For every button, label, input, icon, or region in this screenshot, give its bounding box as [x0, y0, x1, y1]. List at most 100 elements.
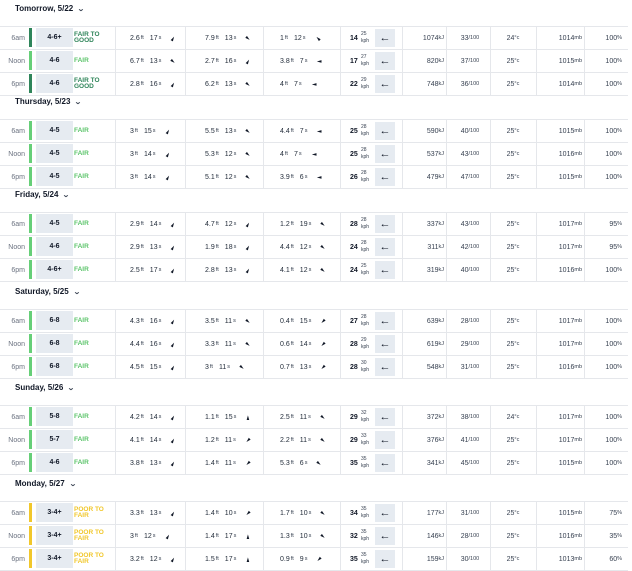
column-divider	[536, 548, 537, 570]
water-temp: 25 °c	[493, 452, 533, 474]
column-divider	[490, 333, 491, 355]
day-header[interactable]: Sunday, 5/26 ⌄	[15, 383, 75, 392]
unit-seconds: s	[233, 460, 236, 466]
secondary-swell-cell: 1.1 ft 15 s ▲	[205, 406, 267, 428]
chevron-down-icon[interactable]: ⌄	[69, 480, 77, 488]
forecast-row[interactable]: 6pm 4-5 FAIR 3 ft 14 s ▲ 5.1 ft 12 s ▲ 3.9 ft 6 s ▲ 26 28 kp…	[0, 165, 628, 189]
secondary-swell-height: 4.7	[205, 220, 215, 228]
day-header[interactable]: Saturday, 5/25 ⌄	[15, 287, 80, 296]
column-divider	[446, 356, 447, 378]
surf-rating: FAIR	[74, 362, 89, 370]
forecast-row[interactable]: 6am 6-8 FAIR 4.3 ft 16 s ▲ 3.5 ft 11 s ▲ 0.4 ft 15 s ▲ 27 2…	[0, 309, 628, 332]
unit-kph: kph	[361, 536, 370, 542]
day-header[interactable]: Monday, 5/27 ⌄	[15, 479, 76, 488]
row-time: 6am	[11, 34, 25, 42]
wind-cell: 32 35 kph	[350, 525, 372, 547]
wind-gust: 35	[361, 529, 367, 535]
chevron-down-icon[interactable]: ⌄	[75, 98, 83, 106]
tertiary-swell-cell: 4.4 ft 7 s ▲	[280, 120, 342, 142]
unit-ft: ft	[140, 35, 144, 41]
surf-size: 3-4+	[36, 503, 73, 522]
forecast-row[interactable]: 6am 3-4+ POOR TO FAIR 3.3 ft 13 s ▲ 1.4 ft 10 s ▲ 1.7…	[0, 501, 628, 524]
day-header[interactable]: Friday, 5/24 ⌄	[15, 190, 71, 199]
primary-swell-cell: 4.4 ft 16 s ▲	[130, 333, 192, 355]
wind-speed: 14	[350, 34, 358, 42]
unit-mb: mb	[574, 318, 582, 324]
unit-kj: kJ	[438, 533, 445, 539]
primary-swell-cell: 6.7 ft 13 s ▲	[130, 50, 192, 72]
column-divider	[402, 452, 403, 474]
wind-speed: 35	[350, 459, 358, 467]
forecast-row[interactable]: 6pm 6-8 FAIR 4.5 ft 15 s ▲ 3 ft 11 s ▲ 0.7 ft 13 s ▲ 28 30 k…	[0, 355, 628, 379]
forecast-row[interactable]: Noon 4-6 FAIR 6.7 ft 13 s ▲ 2.7 ft 16 s ▲ 3.8 ft 7 s ▲ 17 2…	[0, 49, 628, 72]
wind-gust: 33	[361, 433, 367, 439]
forecast-row[interactable]: Noon 3-4+ POOR TO FAIR 3 ft 12 s ▲ 1.4 ft 17 s ▲ 1.3 f…	[0, 524, 628, 547]
unit-seconds: s	[158, 510, 162, 516]
cloud-cover: 95%	[585, 236, 622, 258]
forecast-row[interactable]: 6am 4-5 FAIR 3 ft 15 s ▲ 5.5 ft 13 s ▲ 4.4 ft 7 s ▲ 25 28 kp…	[0, 119, 628, 142]
column-divider	[490, 406, 491, 428]
energy-value: 146	[426, 532, 439, 540]
tertiary-swell-height: 4.4	[280, 127, 290, 135]
forecast-row[interactable]: 6am 4-6+ FAIR TO GOOD 2.6 ft 17 s ▲ 7.9 ft 13 s ▲ 1 ft…	[0, 26, 628, 49]
unit-percent: %	[617, 341, 622, 347]
pressure-value: 1015	[558, 509, 575, 517]
unit-ft: ft	[140, 58, 144, 64]
primary-swell-direction-icon: ▲	[169, 79, 178, 89]
wind-speed: 29	[350, 436, 358, 444]
day-header[interactable]: Thursday, 5/23 ⌄	[15, 97, 83, 106]
cloud-value: 35	[609, 532, 618, 540]
forecast-row[interactable]: Noon 6-8 FAIR 4.4 ft 16 s ▲ 3.3 ft 11 s ▲ 0.6 ft 14 s ▲ 28…	[0, 332, 628, 355]
forecast-row[interactable]: Noon 4-5 FAIR 3 ft 14 s ▲ 5.3 ft 12 s ▲ 4 ft 7 s ▲ 25 28 kph…	[0, 142, 628, 165]
cloud-cover: 100%	[585, 143, 622, 165]
column-divider	[536, 213, 537, 235]
consistency: 31/100	[450, 502, 490, 524]
primary-swell-cell: 4.3 ft 16 s ▲	[130, 310, 192, 332]
unit-mb: mb	[574, 35, 582, 41]
pressure: 1014 mb	[540, 73, 582, 95]
tertiary-swell-period: 6	[299, 173, 304, 181]
chevron-down-icon[interactable]: ⌄	[67, 384, 75, 392]
forecast-row[interactable]: 6pm 4-6+ FAIR 2.5 ft 17 s ▲ 2.8 ft 13 s ▲ 4.1 ft 12 s ▲ 24…	[0, 258, 628, 282]
pressure-value: 1017	[558, 436, 575, 444]
forecast-row[interactable]: Noon 4-6 FAIR 2.9 ft 13 s ▲ 1.9 ft 18 s ▲ 4.4 ft 12 s ▲ 24…	[0, 235, 628, 258]
row-time: Noon	[8, 243, 25, 251]
forecast-row[interactable]: Noon 5-7 FAIR 4.1 ft 14 s ▲ 1.2 ft 11 s ▲ 2.2 ft 11 s ▲ 29…	[0, 428, 628, 451]
secondary-swell-cell: 5.1 ft 12 s ▲	[205, 166, 267, 188]
unit-per-100: /100	[468, 533, 480, 539]
column-divider	[490, 259, 491, 281]
primary-swell-cell: 3 ft 12 s ▲	[130, 525, 192, 547]
column-divider	[115, 143, 116, 165]
forecast-row[interactable]: 6pm 4-6 FAIR TO GOOD 2.8 ft 16 s ▲ 6.2 ft 13 s ▲ 4 ft 7…	[0, 72, 628, 96]
unit-kph: kph	[361, 38, 370, 44]
unit-kph: kph	[361, 367, 370, 373]
unit-seconds: s	[233, 318, 236, 324]
primary-swell-period: 13	[149, 243, 158, 251]
secondary-swell-period: 12	[224, 173, 233, 181]
chevron-down-icon[interactable]: ⌄	[77, 5, 85, 13]
chevron-down-icon[interactable]: ⌄	[73, 288, 81, 296]
tertiary-swell-cell: 2.2 ft 11 s ▲	[280, 429, 342, 451]
unit-seconds: s	[308, 414, 311, 420]
primary-swell-cell: 2.8 ft 16 s ▲	[130, 73, 192, 95]
secondary-swell-period: 17	[224, 555, 233, 563]
forecast-row[interactable]: 6am 4-5 FAIR 2.9 ft 14 s ▲ 4.7 ft 12 s ▲ 1.2 ft 19 s ▲ 28 2…	[0, 212, 628, 235]
primary-swell-direction-icon: ▲	[169, 339, 178, 349]
unit-mb: mb	[574, 244, 582, 250]
wind-gust: 28	[361, 240, 367, 246]
day-header[interactable]: Tomorrow, 5/22 ⌄	[15, 4, 85, 13]
pressure-value: 1017	[558, 243, 575, 251]
forecast-row[interactable]: 6am 5-8 FAIR 4.2 ft 14 s ▲ 1.1 ft 15 s ▲ 2.5 ft 11 s ▲ 29 3…	[0, 405, 628, 428]
wind-gust: 28	[361, 147, 367, 153]
forecast-row[interactable]: 6pm 3-4+ POOR TO FAIR 3.2 ft 12 s ▲ 1.5 ft 17 s ▲ 0.9…	[0, 547, 628, 571]
tertiary-swell-period: 10	[299, 532, 308, 540]
column-divider	[490, 166, 491, 188]
unit-celsius: °c	[514, 128, 520, 134]
primary-swell-height: 3	[130, 173, 134, 181]
cloud-cover: 75%	[585, 502, 622, 524]
forecast-row[interactable]: 6pm 4-6 FAIR 3.8 ft 13 s ▲ 1.4 ft 11 s ▲ 5.3 ft 6 s ▲ 35 35…	[0, 451, 628, 475]
unit-percent: %	[617, 533, 622, 539]
pressure: 1015 mb	[540, 120, 582, 142]
chevron-down-icon[interactable]: ⌄	[63, 191, 71, 199]
row-time: Noon	[8, 436, 25, 444]
